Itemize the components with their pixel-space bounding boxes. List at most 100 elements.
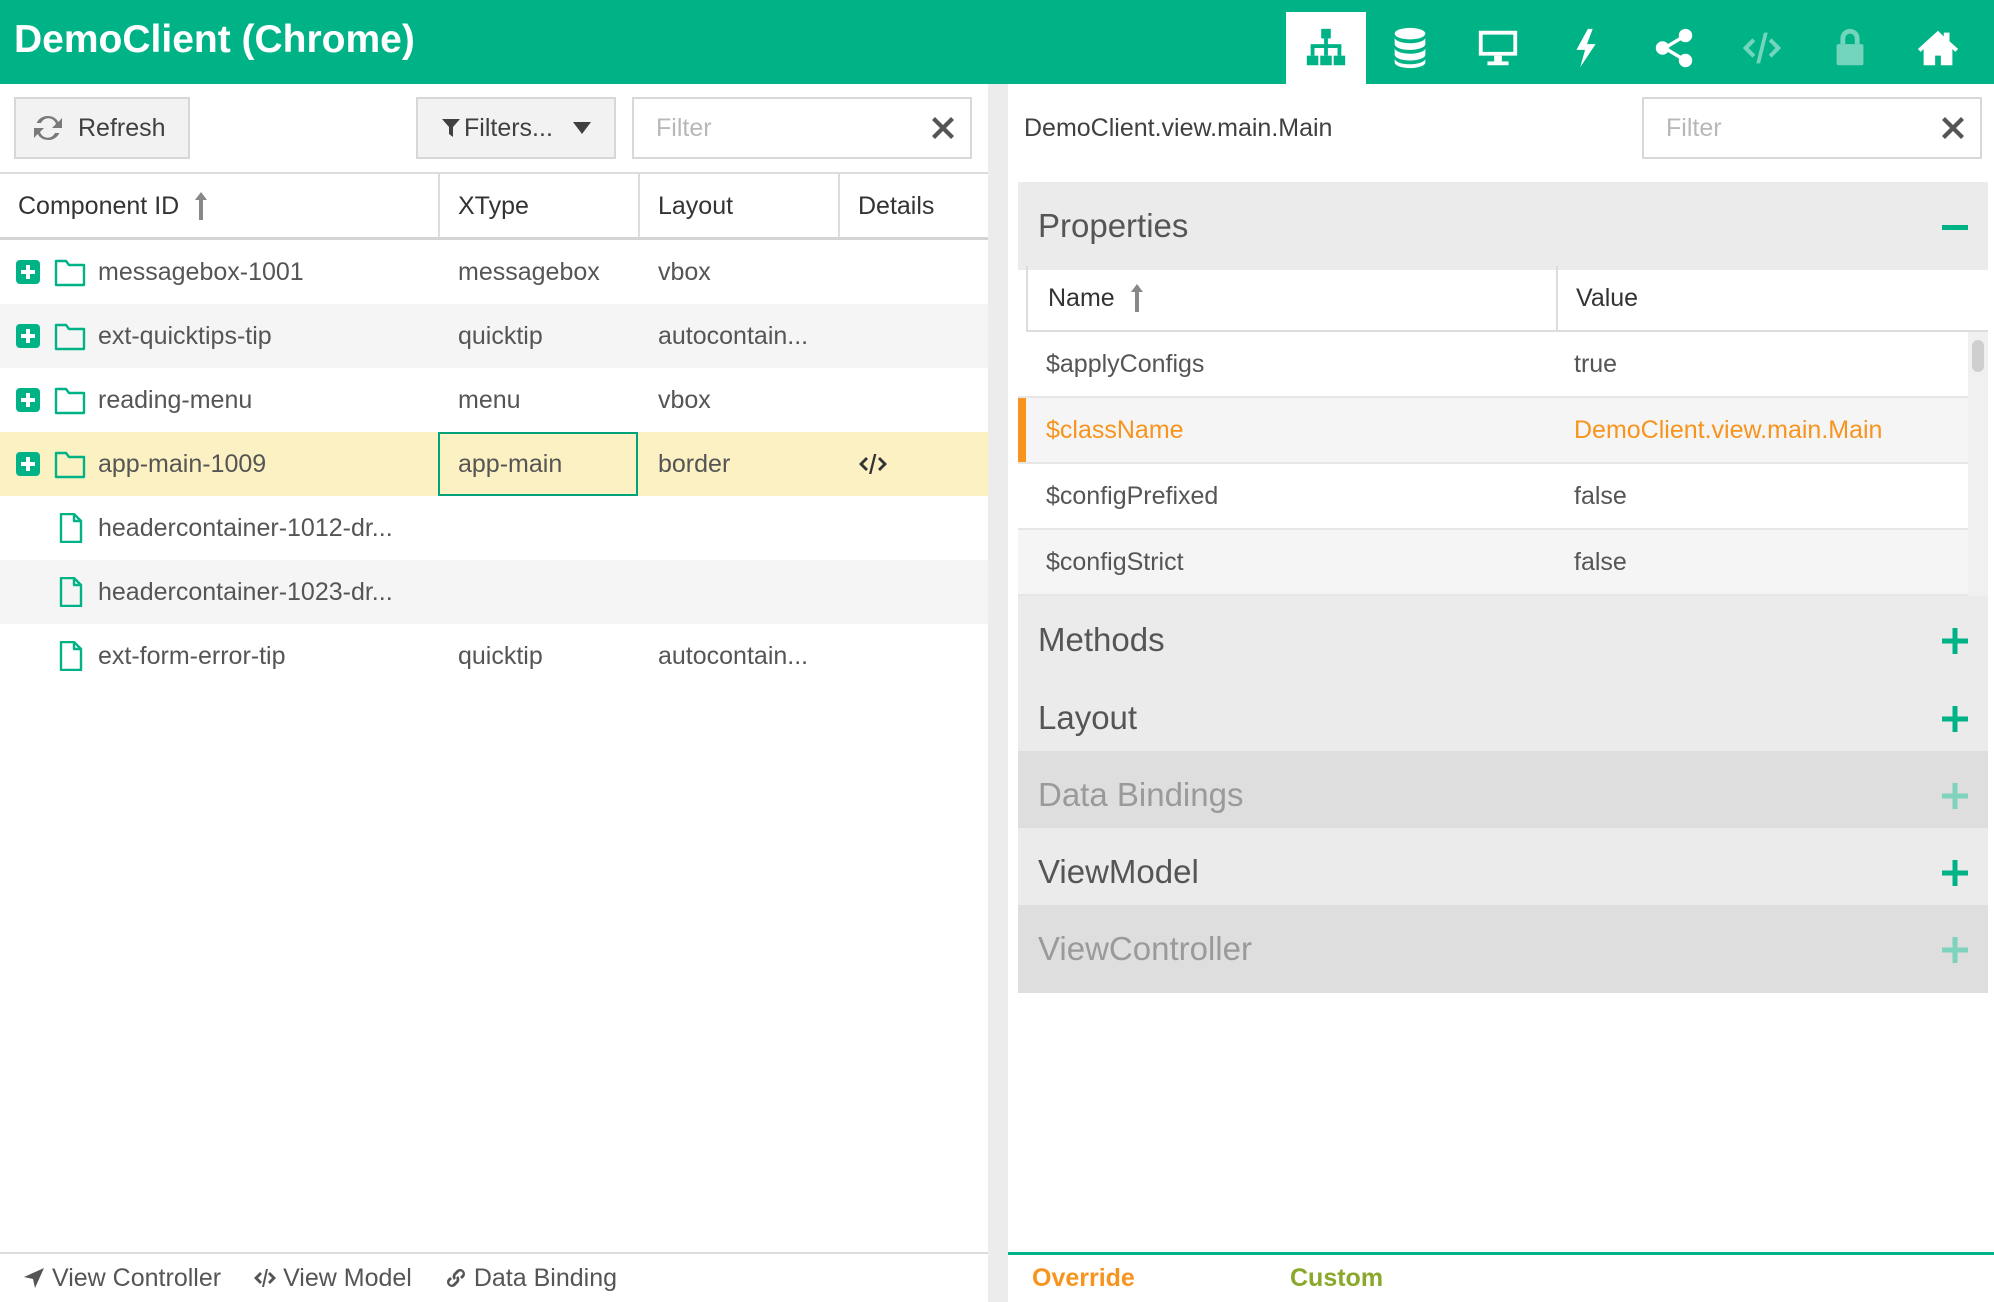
- xtype-cell: quicktip: [458, 321, 543, 350]
- property-row[interactable]: $className DemoClient.view.main.Main: [1018, 398, 1968, 464]
- folder-icon: [54, 259, 86, 287]
- col-name[interactable]: Name: [1048, 266, 1143, 330]
- view-model-link[interactable]: View Model: [253, 1264, 412, 1293]
- layout-cell: vbox: [658, 385, 711, 414]
- app-title: DemoClient (Chrome): [14, 18, 415, 61]
- folder-icon: [54, 323, 86, 351]
- panel-layout[interactable]: Layout: [1018, 674, 1988, 762]
- xtype-cell: menu: [458, 385, 521, 414]
- col-details[interactable]: Details: [838, 174, 988, 238]
- table-row[interactable]: reading-menu menu vbox: [0, 368, 988, 432]
- override-marker: [1018, 398, 1026, 462]
- expand-plus-icon[interactable]: [16, 388, 40, 412]
- tab-environment[interactable]: [1454, 12, 1542, 84]
- filters-label: Filters...: [464, 113, 553, 142]
- property-row[interactable]: $configPrefixed false: [1018, 464, 1968, 530]
- nav-tabs: [1286, 12, 1982, 84]
- filter-icon: [442, 119, 460, 137]
- panel-splitter[interactable]: [988, 84, 1008, 1302]
- tab-home[interactable]: [1894, 12, 1982, 84]
- col-component-id[interactable]: Component ID: [0, 174, 438, 238]
- expand-plus-icon[interactable]: [16, 452, 40, 476]
- component-filter: [632, 97, 972, 159]
- code-icon[interactable]: [858, 452, 888, 476]
- layout-cell: autocontain...: [658, 321, 809, 350]
- table-row[interactable]: headercontainer-1023-dr...: [0, 560, 988, 624]
- component-id-cell: messagebox-1001: [98, 257, 304, 286]
- col-details-label: Details: [858, 191, 935, 220]
- share-icon: [1655, 28, 1693, 68]
- col-value[interactable]: Value: [1576, 266, 1638, 330]
- table-row[interactable]: ext-quicktips-tip quicktip autocontain...: [0, 304, 988, 368]
- data-binding-label: Data Binding: [473, 1263, 617, 1292]
- collapse-icon[interactable]: [1942, 214, 1968, 240]
- tab-stores[interactable]: [1366, 12, 1454, 84]
- refresh-label: Refresh: [78, 113, 166, 142]
- panel-title: Data Bindings: [1038, 776, 1244, 813]
- file-icon: [59, 577, 83, 607]
- panel-title: Methods: [1038, 621, 1165, 658]
- property-name: $applyConfigs: [1046, 349, 1205, 378]
- selected-class-path: DemoClient.view.main.Main: [1024, 114, 1333, 142]
- property-filter: [1642, 97, 1982, 159]
- property-filter-input[interactable]: [1664, 112, 1924, 144]
- expand-icon[interactable]: [1942, 706, 1968, 732]
- folder-icon: [54, 451, 86, 479]
- legend-custom: Custom: [1290, 1264, 1384, 1292]
- table-row[interactable]: ext-form-error-tip quicktip autocontain...: [0, 624, 988, 688]
- table-row[interactable]: headercontainer-1012-dr...: [0, 496, 988, 560]
- col-value-label: Value: [1576, 283, 1639, 312]
- component-rows: messagebox-1001 messagebox vbox ext-quickti…: [0, 240, 988, 688]
- table-row[interactable]: messagebox-1001 messagebox vbox: [0, 240, 988, 304]
- clear-icon[interactable]: [1942, 117, 1964, 139]
- property-name: $className: [1046, 415, 1184, 444]
- component-filter-input[interactable]: [654, 112, 914, 144]
- expand-plus-icon[interactable]: [16, 260, 40, 284]
- view-controller-label: View Controller: [52, 1263, 222, 1292]
- file-icon: [59, 641, 83, 671]
- code-icon: [1742, 32, 1782, 64]
- expand-plus-icon[interactable]: [16, 324, 40, 348]
- property-name: $configPrefixed: [1046, 481, 1219, 510]
- tab-security[interactable]: [1806, 12, 1894, 84]
- col-xtype[interactable]: XType: [438, 174, 638, 238]
- bolt-icon: [1576, 28, 1596, 68]
- properties-panel-header[interactable]: Properties: [1018, 182, 1988, 270]
- component-id-cell: headercontainer-1012-dr...: [98, 513, 393, 542]
- sort-asc-icon: [1130, 284, 1143, 312]
- col-xtype-label: XType: [458, 191, 529, 220]
- folder-icon: [54, 387, 86, 415]
- tab-share[interactable]: [1630, 12, 1718, 84]
- data-binding-link[interactable]: Data Binding: [444, 1264, 617, 1293]
- component-id-cell: ext-quicktips-tip: [98, 321, 272, 350]
- property-value: true: [1574, 349, 1618, 378]
- properties-title: Properties: [1038, 207, 1189, 244]
- property-row[interactable]: $configStrict false: [1018, 530, 1968, 596]
- caret-down-icon: [572, 122, 591, 134]
- filters-dropdown[interactable]: Filters...: [416, 97, 616, 159]
- sitemap-icon: [1306, 28, 1346, 66]
- panel-viewcontroller: ViewController: [1018, 905, 1988, 993]
- details-cell[interactable]: [858, 432, 888, 496]
- table-row[interactable]: app-main-1009 app-main border: [0, 432, 988, 496]
- expand-icon[interactable]: [1942, 628, 1968, 654]
- tab-events[interactable]: [1542, 12, 1630, 84]
- clear-icon[interactable]: [932, 117, 954, 139]
- col-layout[interactable]: Layout: [638, 174, 838, 238]
- tab-source[interactable]: [1718, 12, 1806, 84]
- database-icon: [1394, 27, 1426, 69]
- panel-viewmodel[interactable]: ViewModel: [1018, 828, 1988, 916]
- property-row[interactable]: $applyConfigs true: [1018, 332, 1968, 398]
- expand-icon[interactable]: [1942, 860, 1968, 886]
- scrollbar-thumb[interactable]: [1972, 340, 1984, 372]
- refresh-button[interactable]: Refresh: [14, 97, 190, 159]
- component-id-cell: app-main-1009: [98, 449, 267, 478]
- legend-bar: Override Custom: [1008, 1252, 1994, 1302]
- view-controller-link[interactable]: View Controller: [22, 1264, 221, 1293]
- panel-methods[interactable]: Methods: [1018, 596, 1988, 684]
- col-name-label: Name: [1048, 283, 1115, 312]
- tab-components[interactable]: [1286, 12, 1366, 84]
- panel-title: ViewController: [1038, 930, 1252, 967]
- legend-override: Override: [1032, 1264, 1135, 1292]
- col-layout-label: Layout: [658, 191, 734, 220]
